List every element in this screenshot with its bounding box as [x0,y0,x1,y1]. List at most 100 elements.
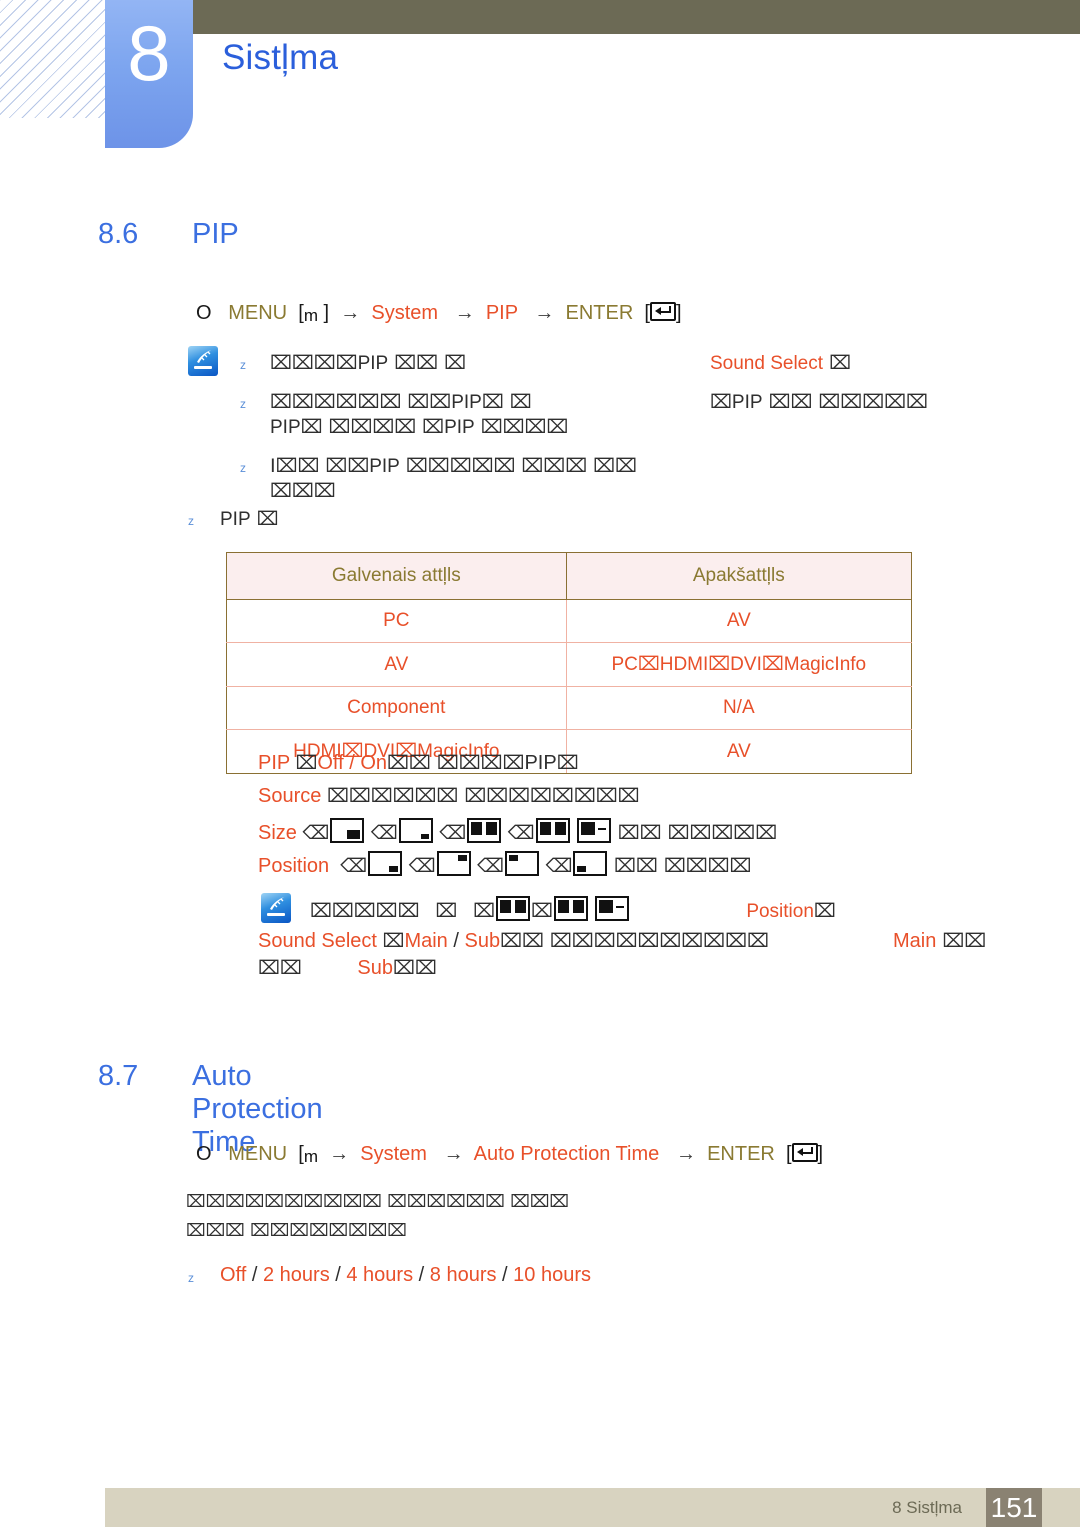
separator: / [329,1264,347,1286]
note-keyword-sub: Sub [357,957,393,979]
enter-key-icon [650,302,676,321]
note-text: ⌧⌧⌧⌧ [270,352,358,374]
note-text: ⌧⌧ ⌧⌧⌧⌧⌧ [762,391,928,413]
pip-source-table: Galvenais attļls Apakšattļls PC AV AV PC… [226,552,913,774]
table-header-sub-image: Apakšattļls [565,552,913,600]
table-header-row: Galvenais attļls Apakšattļls [226,552,913,600]
arrow-icon: → [534,302,555,324]
separator: / [413,1264,430,1286]
value-2-hours: 2 hours [262,1264,330,1286]
value-separator: / [447,930,465,952]
note-item: z ⌧⌧⌧⌧⌧⌧ ⌧⌧PIP⌧ ⌧ ⌧PIP ⌧⌧ ⌧⌧⌧⌧⌧ [240,391,1000,414]
note-text: ⌧ [710,391,732,413]
option-desc: ⌧⌧⌧⌧⌧⌧ ⌧⌧⌧⌧⌧⌧⌧⌧ [326,785,640,807]
bullet-o: O [196,1143,212,1165]
note-text: ⌧ [530,900,553,922]
arrow-icon: → [443,1143,464,1165]
arrow-icon: → [454,302,475,324]
note-text: ⌧ [823,352,851,374]
chapter-number: 8 [127,9,171,97]
note-item: z ⌧⌧⌧⌧PIP ⌧⌧ ⌧ Sound Select ⌧ [240,352,1000,375]
paren-open: ⌧ [382,930,405,952]
value-8-hours: 8 hours [429,1264,497,1286]
note-text: I⌧⌧ ⌧⌧ [270,455,370,477]
pip-position-icon-bottom-left [573,851,608,876]
option-name: Source [258,785,322,807]
footer-label: 8 Sistļma [892,1498,962,1517]
note-item-line2: ⌧⌧⌧ [270,480,1000,502]
value-main: Main [404,930,448,952]
note-text: ⌧⌧⌧⌧⌧⌧ ⌧⌧ [270,391,452,413]
menu-key-icon: m [303,306,318,325]
menu-step-system: System [360,1143,427,1165]
note-keyword: PIP [451,392,482,413]
note-list-pip: z ⌧⌧⌧⌧PIP ⌧⌧ ⌧ Sound Select ⌧ z ⌧⌧⌧⌧⌧⌧ ⌧… [240,352,1000,502]
option-paren-close: ⌧⌧ [387,752,431,774]
auto-protection-values: z Off / 2 hours / 4 hours / 8 hours / 10… [188,1264,591,1287]
note-keyword-position: Position [746,901,814,922]
paren-close: ⌧⌧ [500,930,544,952]
value-off: Off [220,1264,247,1286]
bullet-marker: z [240,461,246,475]
note-text: ⌧⌧⌧⌧ [474,416,569,438]
note-text: ⌧ [435,900,458,922]
menu-step-system: System [371,302,439,324]
note-text: ⌧ ⌧ [481,391,532,413]
value-10-hours: 10 hours [513,1264,591,1286]
pip-size-icon-small [398,818,433,843]
table-cell-sub: PC⌧HDMI⌧DVI⌧MagicInfo [565,642,913,687]
note-text: ⌧⌧⌧ [270,480,336,502]
bullet-marker: z [188,514,194,528]
arrow-icon: → [340,302,361,324]
enter-label: ENTER [565,302,634,324]
table-intro-keyword: PIP [220,509,251,530]
option-name: Size [258,822,297,844]
option-position: Position ⌫ ⌫ ⌫ ⌫ ⌧⌧ ⌧⌧⌧⌧ [258,851,751,878]
option-desc-keyword: PIP [524,752,557,774]
option-paren-open: ⌧ [295,752,318,774]
auto-protection-paragraph-1: ⌧⌧⌧⌧⌧⌧⌧⌧⌧⌧ ⌧⌧⌧⌧⌧⌧ ⌧⌧⌧ [186,1192,569,1212]
menu-label: MENU [228,1143,288,1165]
quill-icon [270,897,284,910]
pip-size-icon-double-tall [467,818,502,843]
note-keyword: PIP [369,456,400,477]
note-keyword: PIP [357,353,389,374]
separator: / [496,1264,514,1286]
note-keyword-main: Main [893,930,937,952]
table-cell-main: PC [226,599,567,643]
page-number: 151 [986,1488,1042,1527]
option-name: PIP [258,752,290,774]
table-header-main-image: Galvenais attļls [226,552,567,600]
note-text: ⌧ [473,900,495,922]
note-keyword: PIP [444,417,475,438]
section-number: 8.6 [98,218,139,250]
note-keyword: PIP [270,417,301,438]
note-keyword: PIP [731,392,763,413]
menu-key-icon: m [303,1147,318,1166]
table-row: AV PC⌧HDMI⌧DVI⌧MagicInfo [226,642,913,687]
menu-step-auto-protection-time: Auto Protection Time [473,1143,660,1165]
table-cell-sub: AV [565,599,913,643]
section-number: 8.7 [98,1060,139,1092]
note-pen-icon [188,346,218,376]
note-text: ⌧⌧ [392,957,437,979]
menu-label: MENU [228,302,288,324]
note-box-position [261,893,291,923]
table-cell-main: Component [226,686,567,730]
option-desc: ⌧⌧⌧⌧⌧⌧⌧⌧⌧⌧ [543,930,769,952]
enter-label: ENTER [707,1143,775,1165]
pip-size-icon-large [330,818,365,843]
option-name-sound-select: Sound Select [258,930,377,952]
note2-line1: ⌧⌧⌧⌧⌧ ⌧ ⌧ ⌧ Position⌧ [310,896,836,923]
table-intro: z PIP ⌧ [188,508,279,531]
option-values: Off / On [317,752,388,774]
table-cell-sub: N/A [565,686,913,730]
note-keyword-sound-select: Sound Select [710,353,824,374]
note-item: z I⌧⌧ ⌧⌧PIP ⌧⌧⌧⌧⌧ ⌧⌧⌧ ⌧⌧ [240,455,1000,478]
table-cell-sub: AV [565,729,913,774]
auto-protection-paragraph-2: ⌧⌧⌧ ⌧⌧⌧⌧⌧⌧⌧⌧ [186,1221,407,1241]
pip-size-icon-double-wide [553,896,588,921]
pip-size-icon-half [577,818,612,843]
bullet-marker: z [240,397,246,411]
option-desc: ⌧⌧ ⌧⌧⌧⌧⌧ [617,822,778,844]
